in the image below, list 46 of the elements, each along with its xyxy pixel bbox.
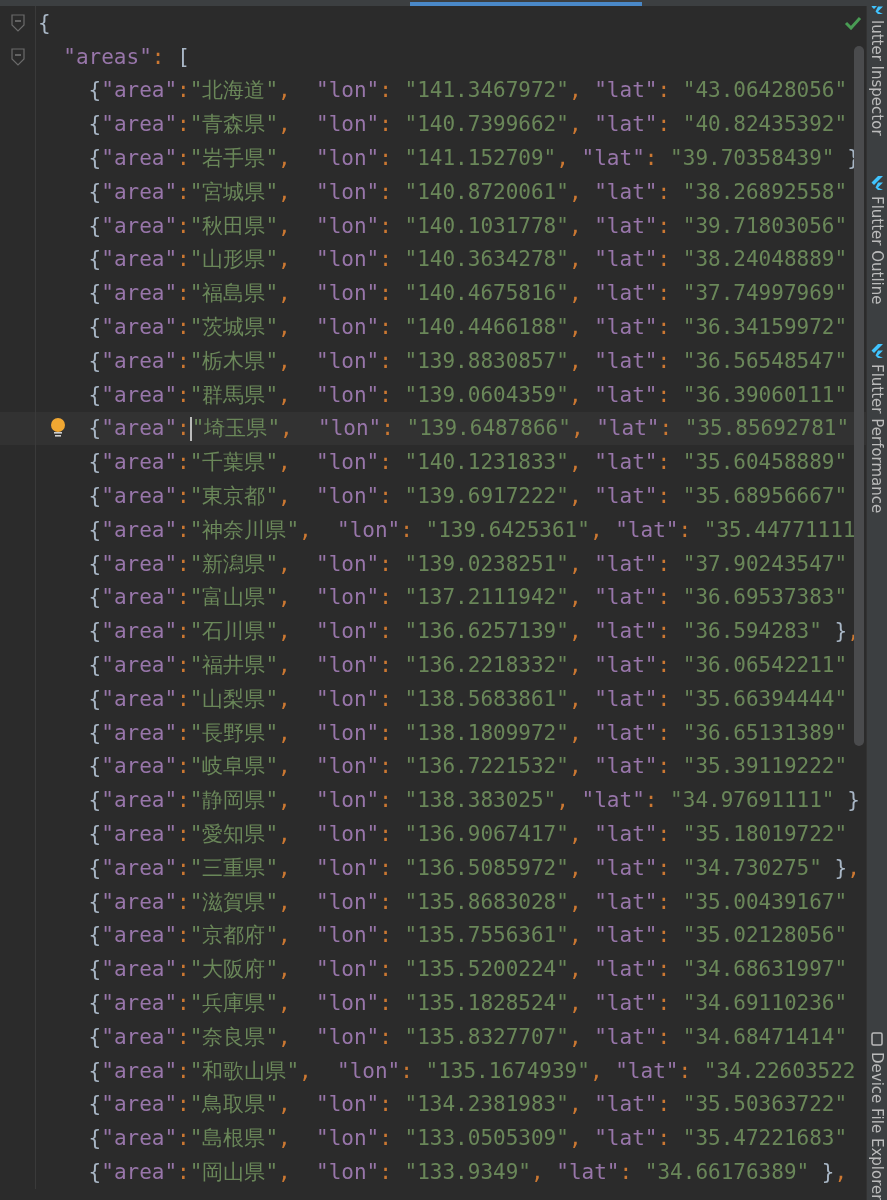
code-line: {"area":"秋田県", "lon": "140.1031778", "lat": "39.71803056" bbox=[88, 212, 848, 240]
scrollbar-thumb[interactable] bbox=[854, 46, 864, 746]
code-line: {"area":"山梨県", "lon": "138.5683861", "lat": "35.66394444" bbox=[88, 685, 848, 713]
code-line: {"area":"岐阜県", "lon": "136.7221532", "lat": "35.39119222" bbox=[88, 753, 848, 781]
code-line: { bbox=[38, 10, 51, 35]
code-line: "areas": [ bbox=[63, 44, 190, 69]
code-line: {"area":"奈良県", "lon": "135.8327707", "lat": "34.68471414" bbox=[88, 1023, 848, 1051]
code-line: {"area":"和歌山県", "lon": "135.1674939", "lat": "34.22603522 bbox=[88, 1057, 856, 1085]
code-line: {"area":"島根県", "lon": "133.0505309", "lat": "35.47221683" bbox=[88, 1125, 848, 1153]
flutter-icon bbox=[871, 344, 883, 359]
tool-window-tab[interactable]: lutter Inspector bbox=[868, 20, 886, 136]
code-line: {"area":"福島県", "lon": "140.4675816", "lat": "37.74997969" bbox=[88, 280, 848, 308]
code-line: {"area":"兵庫県", "lon": "135.1828524", "lat": "34.69110236" bbox=[88, 990, 848, 1017]
tool-window-tab[interactable]: Device File Explorer bbox=[868, 1051, 886, 1200]
code-line: {"area":"鳥取県", "lon": "134.2381983", "lat": "35.50363722" bbox=[88, 1091, 848, 1119]
fold-icon[interactable] bbox=[10, 13, 25, 32]
code-line: {"area":"福井県", "lon": "136.2218332", "lat": "36.06542211" bbox=[88, 652, 848, 680]
code-line: {"area":"神奈川県", "lon": "139.6425361", "lat": "35.44771111 bbox=[88, 516, 856, 544]
code-line: {"area":"三重県", "lon": "136.5085972", "lat": "34.730275" }, bbox=[88, 854, 860, 882]
code-line: {"area":"新潟県", "lon": "139.0238251", "lat": "37.90243547" bbox=[88, 550, 848, 578]
code-line: {"area":"茨城県", "lon": "140.4466188", "lat": "36.34159972" bbox=[88, 314, 848, 342]
fold-icon[interactable] bbox=[10, 47, 25, 66]
code-line: {"area":"岡山県", "lon": "133.9349", "lat": "34.66176389" }, bbox=[88, 1159, 848, 1186]
lightbulb-icon[interactable] bbox=[50, 417, 66, 440]
text-caret bbox=[189, 417, 192, 442]
code-line: {"area":"滋賀県", "lon": "135.8683028", "lat": "35.00439167" bbox=[88, 888, 848, 916]
device-icon bbox=[871, 1031, 883, 1046]
code-line: {"area":"大阪府", "lon": "135.5200224", "lat": "34.68631997" bbox=[88, 956, 848, 984]
code-line: {"area":"東京都", "lon": "139.6917222", "lat": "35.68956667" bbox=[88, 483, 848, 511]
code-line: {"area":"群馬県", "lon": "139.0604359", "lat": "36.39060111" bbox=[88, 381, 848, 409]
code-line: {"area":"千葉県", "lon": "140.1231833", "lat": "35.60458889" bbox=[88, 449, 848, 477]
tool-window-tab[interactable]: Flutter Outline bbox=[868, 195, 886, 305]
checkmark-icon bbox=[844, 16, 862, 30]
code-line: {"area":"静岡県", "lon": "138.383025", "lat": "34.97691111" } bbox=[88, 787, 860, 815]
code-line: {"area":"青森県", "lon": "140.7399662", "lat": "40.82435392" bbox=[88, 111, 848, 139]
code-line: {"area":"北海道", "lon": "141.3467972", "lat": "43.06428056" bbox=[88, 77, 848, 105]
code-line: {"area":"富山県", "lon": "137.2111942", "lat": "36.69537383" bbox=[88, 584, 848, 612]
flutter-icon bbox=[871, 175, 883, 190]
tool-window-tab[interactable]: Flutter Performance bbox=[868, 364, 886, 514]
code-line: {"area":"長野県", "lon": "138.1809972", "lat": "36.65131389" bbox=[88, 719, 848, 747]
code-line: {"area":"山形県", "lon": "140.3634278", "lat": "38.24048889" bbox=[88, 246, 848, 274]
code-line: {"area":"京都府", "lon": "135.7556361", "lat": "35.02128056" bbox=[88, 922, 848, 950]
code-line: {"area":"愛知県", "lon": "136.9067417", "lat": "35.18019722" bbox=[88, 821, 848, 848]
code-line: {"area":"宮城県", "lon": "140.8720061", "lat": "38.26892558" bbox=[88, 178, 848, 206]
code-line: {"area":"埼玉県", "lon": "139.6487866", "lat": "35.85692781" bbox=[88, 415, 850, 443]
code-line: {"area":"栃木県", "lon": "139.8830857", "lat": "36.56548547" bbox=[88, 347, 848, 375]
